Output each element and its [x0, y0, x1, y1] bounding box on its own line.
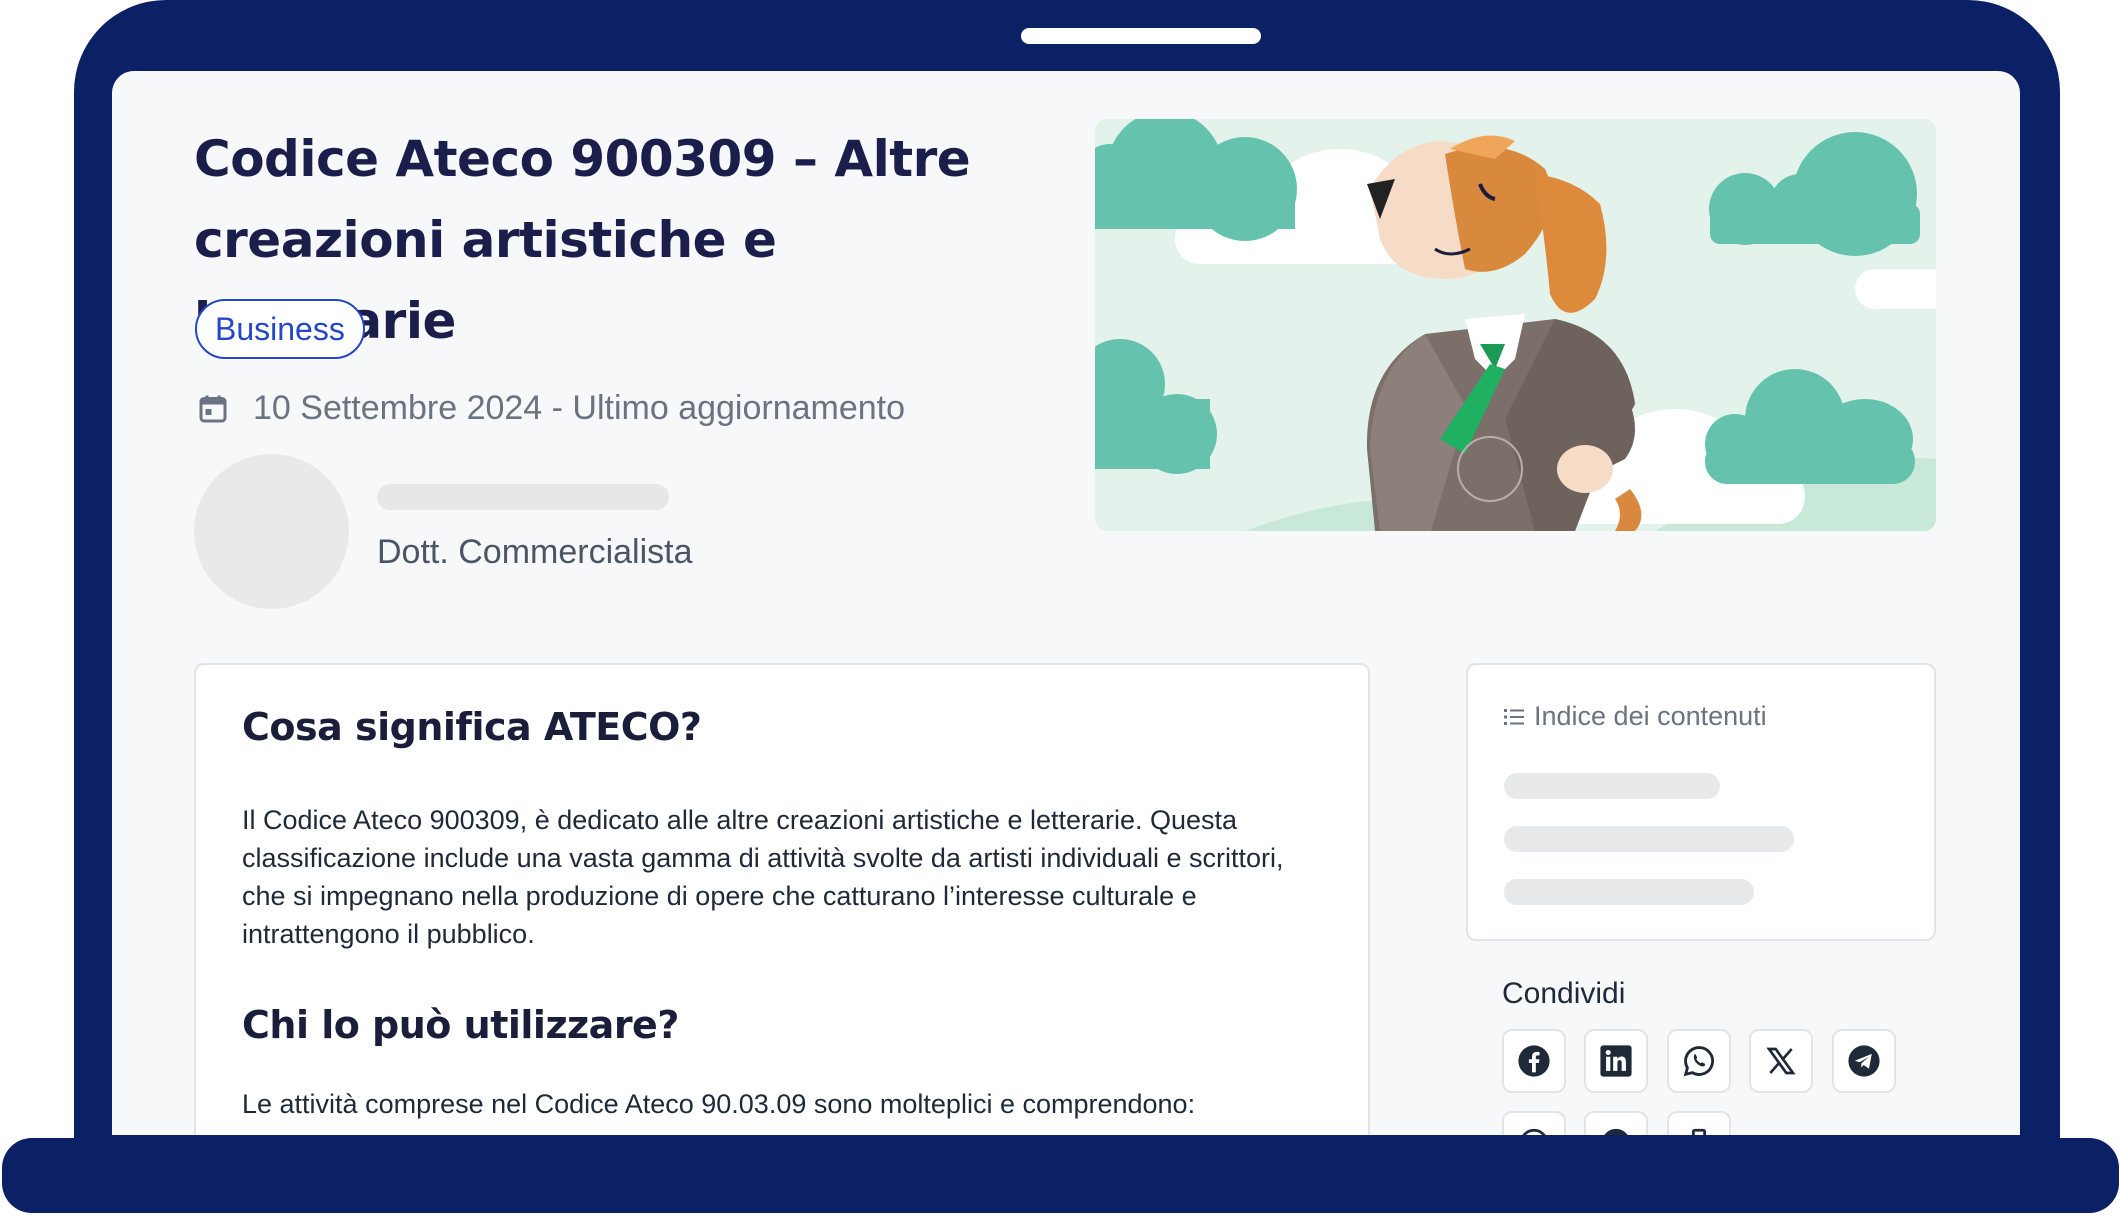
section-heading-usage: Chi lo può utilizzare? — [242, 1003, 679, 1047]
article-card: Cosa significa ATECO? Il Codice Ateco 90… — [194, 663, 1370, 1135]
dog-mascot-illustration — [1095, 119, 1936, 531]
toc-item-placeholder — [1504, 773, 1720, 799]
author-name-placeholder — [377, 484, 669, 510]
laptop-base — [2, 1138, 2119, 1213]
share-button-more[interactable] — [1502, 1111, 1566, 1135]
share-button-more[interactable] — [1667, 1111, 1731, 1135]
share-title: Condividi — [1502, 977, 1626, 1010]
telegram-icon — [1848, 1045, 1880, 1077]
share-facebook-button[interactable] — [1502, 1029, 1566, 1093]
x-icon — [1766, 1047, 1796, 1075]
whatsapp-icon — [1683, 1046, 1714, 1077]
share-dot-icon — [1604, 1128, 1628, 1135]
linkedin-icon — [1600, 1045, 1632, 1077]
toc-item-placeholder — [1504, 826, 1794, 852]
category-badge[interactable]: Business — [195, 299, 365, 359]
laptop-notch — [1021, 28, 1261, 44]
toc-title: Indice dei contenuti — [1534, 701, 1767, 731]
author-avatar — [194, 454, 349, 609]
browser-screen: Codice Ateco 900309 – Altre creazioni ar… — [112, 71, 2020, 1135]
publish-date: 10 Settembre 2024 - Ultimo aggiornamento — [253, 389, 906, 427]
share-circle-icon — [1522, 1128, 1546, 1135]
share-x-button[interactable] — [1749, 1029, 1813, 1093]
toc-item-placeholder — [1504, 879, 1754, 905]
section-heading-ateco: Cosa significa ATECO? — [242, 705, 702, 749]
hero-image — [1095, 119, 1936, 531]
section-paragraph-usage: Le attività comprese nel Codice Ateco 90… — [242, 1089, 1196, 1119]
author-role: Dott. Commercialista — [377, 533, 693, 571]
share-linkedin-button[interactable] — [1584, 1029, 1648, 1093]
calendar-icon — [199, 395, 227, 422]
facebook-icon — [1518, 1045, 1550, 1077]
date-row: 10 Settembre 2024 - Ultimo aggiornamento — [195, 389, 905, 428]
share-telegram-button[interactable] — [1832, 1029, 1896, 1093]
section-paragraph-ateco: Il Codice Ateco 900309, è dedicato alle … — [242, 805, 1284, 949]
share-button-more[interactable] — [1584, 1111, 1648, 1135]
toc-header[interactable]: Indice dei contenuti — [1504, 701, 1767, 732]
share-device-icon — [1691, 1128, 1707, 1135]
share-whatsapp-button[interactable] — [1667, 1029, 1731, 1093]
list-icon — [1504, 708, 1524, 725]
table-of-contents: Indice dei contenuti — [1466, 663, 1936, 941]
